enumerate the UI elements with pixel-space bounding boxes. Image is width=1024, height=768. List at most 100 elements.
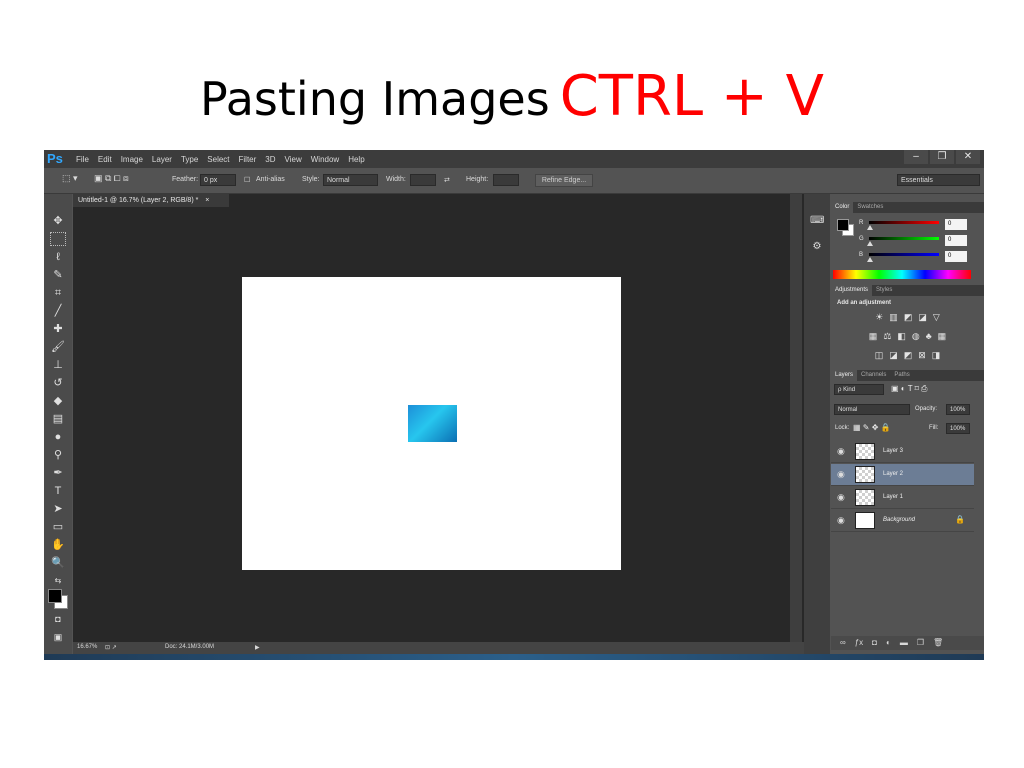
layer-style-icon[interactable]: ƒx — [855, 636, 863, 650]
photo-filter-icon[interactable]: ◍ — [912, 331, 920, 342]
visibility-eye-icon[interactable]: ◉ — [837, 515, 845, 526]
quick-mask-icon[interactable]: ◘ — [50, 612, 66, 626]
clone-stamp-tool-icon[interactable]: ⊥ — [50, 358, 66, 372]
red-slider-thumb[interactable] — [867, 225, 873, 230]
tab-adjustments[interactable]: Adjustments — [831, 285, 873, 296]
minimize-icon[interactable]: ‒ — [904, 150, 928, 164]
status-icons[interactable]: ⊡ ↗ — [105, 644, 117, 651]
tab-paths[interactable]: Paths — [890, 370, 913, 381]
tab-styles[interactable]: Styles — [872, 285, 896, 296]
lasso-tool-icon[interactable]: ℓ — [50, 250, 66, 264]
visibility-eye-icon[interactable]: ◉ — [837, 492, 845, 503]
feather-input[interactable]: 0 px — [200, 174, 236, 186]
brightness-icon[interactable]: ☀ — [875, 312, 883, 323]
brush-tool-icon[interactable]: 🖌 — [50, 340, 66, 354]
visibility-eye-icon[interactable]: ◉ — [837, 469, 845, 480]
history-brush-tool-icon[interactable]: ↺ — [50, 376, 66, 390]
layer-row-layer-1[interactable]: ◉ Layer 1 — [831, 487, 974, 509]
visibility-eye-icon[interactable]: ◉ — [837, 446, 845, 457]
opacity-input[interactable]: 100% — [946, 404, 970, 415]
blue-value[interactable]: 0 — [945, 251, 967, 262]
green-slider-thumb[interactable] — [867, 241, 873, 246]
marquee-preset-icon[interactable]: ⬚ ▾ — [62, 173, 78, 184]
swap-icon[interactable]: ⇄ — [444, 176, 450, 184]
healing-brush-tool-icon[interactable]: ✚ — [50, 322, 66, 336]
quick-select-tool-icon[interactable]: ✎ — [50, 268, 66, 282]
dodge-tool-icon[interactable]: ⚲ — [50, 448, 66, 462]
menu-edit[interactable]: Edit — [98, 155, 112, 164]
menu-help[interactable]: Help — [348, 155, 364, 164]
canvas[interactable] — [242, 277, 621, 570]
gradient-map-icon[interactable]: ◨ — [932, 350, 941, 361]
tab-color[interactable]: Color — [831, 202, 854, 213]
eyedropper-tool-icon[interactable]: ╱ — [50, 304, 66, 318]
layer-row-background[interactable]: ◉ Background 🔒 — [831, 510, 974, 532]
color-spectrum[interactable] — [833, 270, 971, 279]
menu-type[interactable]: Type — [181, 155, 198, 164]
style-select[interactable]: Normal — [323, 174, 378, 186]
layer-row-layer-2[interactable]: ◉ Layer 2 — [831, 464, 974, 486]
layer-filter-kind[interactable]: ρ Kind — [834, 384, 884, 395]
black-white-icon[interactable]: ◧ — [897, 331, 906, 342]
document-tab[interactable]: Untitled-1 @ 16.7% (Layer 2, RGB/8) * × — [73, 194, 229, 207]
hue-saturation-icon[interactable]: ▦ — [869, 331, 878, 342]
lock-icons[interactable]: ▦ ✎ ✥ 🔒 — [853, 423, 891, 432]
exposure-icon[interactable]: ◪ — [918, 312, 927, 323]
document-tab-close-icon[interactable]: × — [205, 197, 209, 204]
crop-tool-icon[interactable]: ⌗ — [50, 286, 66, 300]
channel-mixer-icon[interactable]: ♣ — [926, 331, 932, 341]
fill-input[interactable]: 100% — [946, 423, 970, 434]
link-layers-icon[interactable]: ∞ — [840, 636, 846, 650]
color-foreground-swatch[interactable] — [837, 219, 849, 231]
refine-edge-button[interactable]: Refine Edge... — [535, 174, 593, 187]
marquee-tool-icon[interactable] — [50, 232, 66, 246]
pen-tool-icon[interactable]: ✒ — [50, 466, 66, 480]
threshold-icon[interactable]: ◩ — [904, 350, 913, 361]
move-tool-icon[interactable]: ✥ — [50, 214, 66, 228]
selective-color-icon[interactable]: ⊠ — [918, 350, 926, 361]
red-value[interactable]: 0 — [945, 219, 967, 230]
delete-layer-icon[interactable]: 🗑 — [933, 636, 943, 650]
zoom-tool-icon[interactable]: 🔍 — [50, 556, 66, 570]
hand-tool-icon[interactable]: ✋ — [50, 538, 66, 552]
restore-icon[interactable]: ❐ — [930, 150, 954, 164]
new-group-icon[interactable]: ▬ — [900, 636, 908, 650]
status-menu-arrow-icon[interactable]: ▶ — [255, 644, 260, 651]
blend-mode-select[interactable]: Normal — [834, 404, 910, 415]
antialias-checkbox[interactable]: ☐ — [244, 176, 250, 184]
green-slider[interactable] — [869, 237, 939, 240]
new-adjustment-icon[interactable]: ◐ — [886, 636, 891, 650]
pasted-image[interactable] — [408, 405, 457, 442]
foreground-color-swatch[interactable] — [48, 589, 62, 603]
menu-window[interactable]: Window — [311, 155, 339, 164]
green-value[interactable]: 0 — [945, 235, 967, 246]
curves-icon[interactable]: ◩ — [904, 312, 913, 323]
blue-slider-thumb[interactable] — [867, 257, 873, 262]
invert-icon[interactable]: ◫ — [875, 350, 884, 361]
menu-filter[interactable]: Filter — [239, 155, 257, 164]
blur-tool-icon[interactable]: ● — [50, 430, 66, 444]
layer-row-layer-3[interactable]: ◉ Layer 3 — [831, 441, 974, 463]
menu-select[interactable]: Select — [207, 155, 229, 164]
menu-layer[interactable]: Layer — [152, 155, 172, 164]
vertical-scrollbar[interactable] — [790, 194, 802, 642]
new-layer-icon[interactable]: ❐ — [917, 636, 924, 650]
screen-mode-icon[interactable]: ▣ — [50, 630, 66, 644]
menu-view[interactable]: View — [285, 155, 302, 164]
eraser-tool-icon[interactable]: ◆ — [50, 394, 66, 408]
add-mask-icon[interactable]: ◘ — [872, 636, 877, 650]
zoom-level[interactable]: 16.67% — [77, 644, 97, 650]
tab-swatches[interactable]: Swatches — [853, 202, 887, 213]
color-lookup-icon[interactable]: ▦ — [938, 331, 947, 342]
red-slider[interactable] — [869, 221, 939, 224]
color-balance-icon[interactable]: ⚖ — [883, 331, 891, 342]
tab-channels[interactable]: Channels — [857, 370, 890, 381]
selection-mode-icons[interactable]: ▣ ⧉ ⧠ ⧈ — [94, 173, 129, 184]
workspace-select[interactable]: Essentials — [897, 174, 980, 186]
posterize-icon[interactable]: ◪ — [889, 350, 898, 361]
height-input[interactable] — [493, 174, 519, 186]
close-icon[interactable]: ✕ — [956, 150, 980, 164]
menu-image[interactable]: Image — [121, 155, 143, 164]
properties-icon[interactable]: ⚙ — [810, 240, 824, 254]
vibrance-icon[interactable]: ▽ — [933, 312, 940, 323]
